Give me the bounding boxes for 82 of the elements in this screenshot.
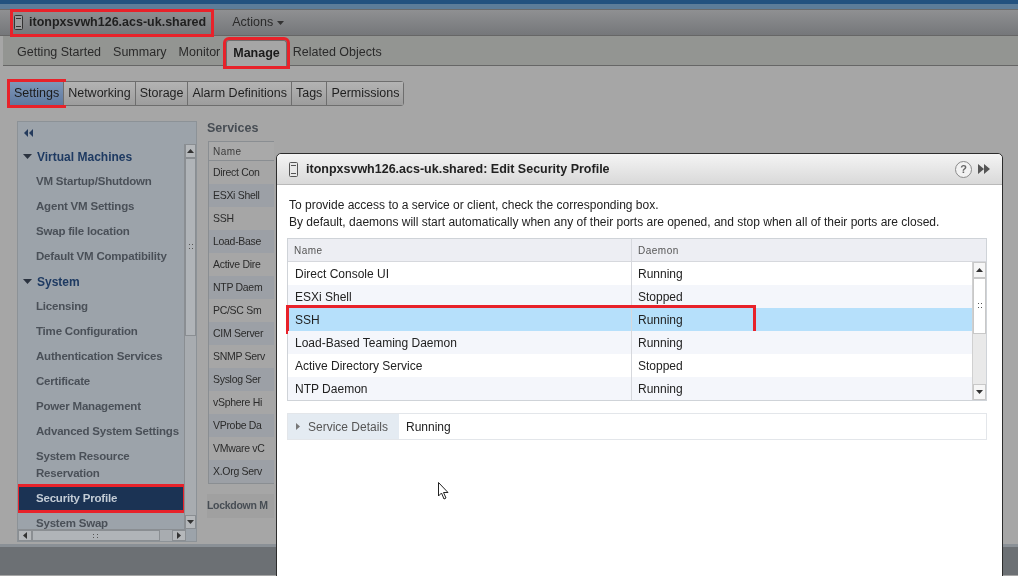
tree-item[interactable]: Power Management [18, 394, 185, 419]
actions-menu[interactable]: Actions [232, 13, 285, 32]
table-cell-text: Running [637, 380, 684, 398]
tree-item[interactable]: System Resource Reservation [18, 444, 185, 486]
scroll-thumb[interactable] [973, 278, 986, 334]
tree-item[interactable]: Agent VM Settings [18, 194, 185, 219]
collapsed-triangle-icon [296, 423, 300, 430]
tab[interactable]: Storage [134, 82, 188, 105]
tab[interactable]: Summary [107, 40, 173, 65]
tab[interactable]: Networking [63, 82, 135, 105]
right-arrow-icon [177, 532, 181, 539]
scroll-thumb[interactable] [32, 530, 160, 541]
instruction-text: By default, daemons will start automatically when any of their ports are opened, and stop when all of their ports are closed. [289, 214, 941, 231]
tree-item[interactable]: Time Configuration [18, 319, 185, 344]
dialog-title: itonpxsvwh126.acs-uk.shared: Edit Security Profile [306, 160, 610, 178]
table-cell: NTP Daem [209, 276, 274, 299]
up-arrow-icon [187, 149, 195, 153]
tree-item[interactable]: Authentication Services [18, 344, 185, 369]
tab[interactable]: Manage [226, 40, 287, 66]
expanded-triangle-icon[interactable] [23, 279, 32, 284]
table-cell: CIM Server [209, 322, 274, 345]
tree-item[interactable]: System Swap [18, 511, 185, 529]
down-arrow-icon [976, 390, 983, 394]
section-title: Lockdown M [207, 494, 274, 518]
column-header[interactable]: Daemon [632, 239, 986, 261]
help-button[interactable]: ? [955, 160, 972, 178]
expand-icon[interactable] [978, 164, 990, 174]
tree-group-header[interactable]: Virtual Machines [18, 144, 185, 169]
table-cell: ESXi Shell [209, 184, 274, 207]
table-cell: Load-Base [209, 230, 274, 253]
scroll-up-button[interactable] [185, 144, 196, 158]
scroll-left-button[interactable] [18, 530, 32, 541]
service-status-value: Running [406, 418, 451, 436]
scroll-right-button[interactable] [172, 530, 186, 541]
table-cell-text: Stopped [637, 357, 684, 375]
tab[interactable]: Permissions [326, 82, 404, 105]
host-icon [14, 15, 23, 30]
object-name: itonpxsvwh126.acs-uk.shared [29, 14, 207, 32]
tab[interactable]: Related Objects [286, 40, 388, 65]
table-cell: X.Org Serv [209, 460, 274, 483]
tree-item[interactable]: Advanced System Settings [18, 419, 185, 444]
table-row[interactable]: SSH Running [288, 308, 972, 331]
tree-item[interactable]: Swap file location [18, 219, 185, 244]
table-cell-text: Running [637, 311, 684, 329]
scroll-up-button[interactable] [973, 262, 986, 278]
section-title: Services [207, 121, 260, 137]
scroll-thumb[interactable] [185, 158, 196, 336]
scroll-down-button[interactable] [185, 515, 196, 529]
collapse-icon[interactable] [23, 129, 33, 137]
service-details-toggle[interactable]: Service Details [288, 414, 399, 439]
tree-group-header[interactable]: System [18, 269, 185, 294]
table-cell: Syslog Ser [209, 368, 274, 391]
tab[interactable]: Monitor [172, 40, 227, 65]
caret-icon [277, 20, 285, 25]
tree-item[interactable]: Licensing [18, 294, 185, 319]
table-cell-text: Stopped [637, 288, 684, 306]
table-cell-text: Running [637, 265, 684, 283]
table-cell-text: Running [637, 334, 684, 352]
column-header[interactable]: Name [288, 239, 632, 261]
vertical-scrollbar[interactable] [972, 262, 986, 400]
tree-item[interactable]: Default VM Compatibility [18, 244, 185, 269]
tab[interactable]: Getting Started [11, 40, 108, 65]
tree-item[interactable]: Security Profile [18, 486, 185, 511]
table-cell: VProbe Da [209, 414, 274, 437]
down-arrow-icon [187, 520, 195, 524]
table-row[interactable]: NTP Daemon Running [288, 377, 972, 400]
tab[interactable]: Settings [10, 82, 64, 105]
up-arrow-icon [976, 268, 983, 272]
tree-item[interactable]: VM Startup/Shutdown [18, 169, 185, 194]
tab[interactable]: Tags [290, 82, 327, 105]
vertical-scrollbar[interactable] [184, 144, 196, 529]
left-arrow-icon [23, 532, 27, 539]
mouse-cursor-icon [438, 482, 449, 500]
table-row[interactable]: Load-Based Teaming Daemon Running [288, 331, 972, 354]
scroll-down-button[interactable] [973, 384, 986, 400]
tab[interactable]: Alarm Definitions [187, 82, 291, 105]
tree-item[interactable]: Certificate [18, 369, 185, 394]
expanded-triangle-icon[interactable] [23, 154, 32, 159]
host-icon [289, 161, 298, 177]
table-cell: NTP Daemon [288, 377, 632, 400]
horizontal-scrollbar[interactable] [18, 529, 186, 541]
instruction-text: To provide access to a service or client, check the corresponding box. [289, 197, 660, 214]
